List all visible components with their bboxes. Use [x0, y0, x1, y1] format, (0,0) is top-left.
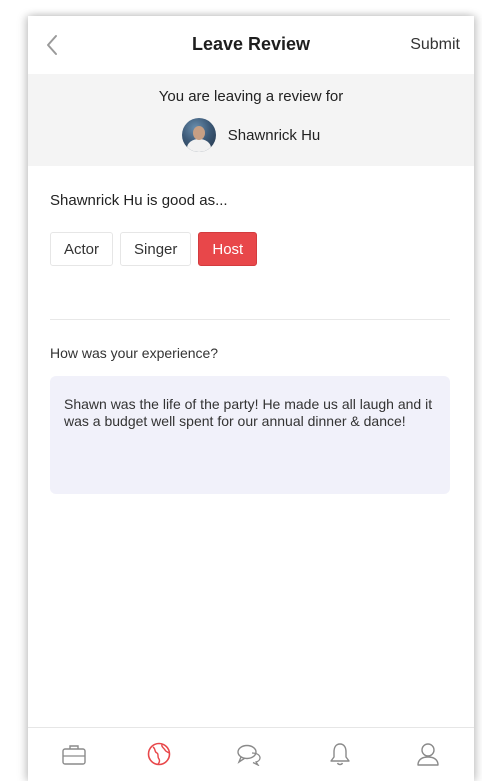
role-options: Actor Singer Host: [50, 232, 258, 266]
section-divider: [50, 319, 450, 320]
tab-messages[interactable]: [235, 740, 263, 768]
phone-screen: Leave Review Submit You are leaving a re…: [28, 16, 474, 781]
bell-icon: [330, 743, 350, 766]
globe-icon: [147, 742, 171, 766]
experience-textarea[interactable]: Shawn was the life of the party! He made…: [50, 376, 450, 494]
avatar: [181, 118, 216, 152]
experience-prompt: How was your experience?: [50, 345, 219, 361]
roles-prompt: Shawnrick Hu is good as...: [50, 192, 228, 209]
review-intro-text: You are leaving a review for: [158, 88, 344, 105]
role-option-host[interactable]: Host: [198, 232, 258, 266]
tab-jobs[interactable]: [60, 740, 88, 768]
tab-profile[interactable]: [414, 740, 442, 768]
reviewee: Shawnrick Hu: [28, 118, 474, 152]
page-title: Leave Review: [191, 34, 311, 54]
reviewee-name: Shawnrick Hu: [227, 126, 321, 144]
tab-explore[interactable]: [145, 740, 173, 768]
briefcase-icon: [62, 745, 86, 765]
review-target-section: You are leaving a review for Shawnrick H…: [28, 74, 474, 166]
profile-icon: [417, 743, 439, 766]
chat-bubbles-icon: [237, 744, 261, 766]
avatar-face: [192, 126, 205, 140]
submit-button[interactable]: Submit: [410, 36, 460, 54]
tab-notifications[interactable]: [326, 740, 354, 768]
tab-bar: [28, 727, 474, 781]
role-option-singer[interactable]: Singer: [120, 232, 192, 266]
role-option-actor[interactable]: Actor: [50, 232, 114, 266]
avatar-body: [186, 139, 211, 152]
nav-bar: Leave Review Submit: [28, 16, 474, 74]
